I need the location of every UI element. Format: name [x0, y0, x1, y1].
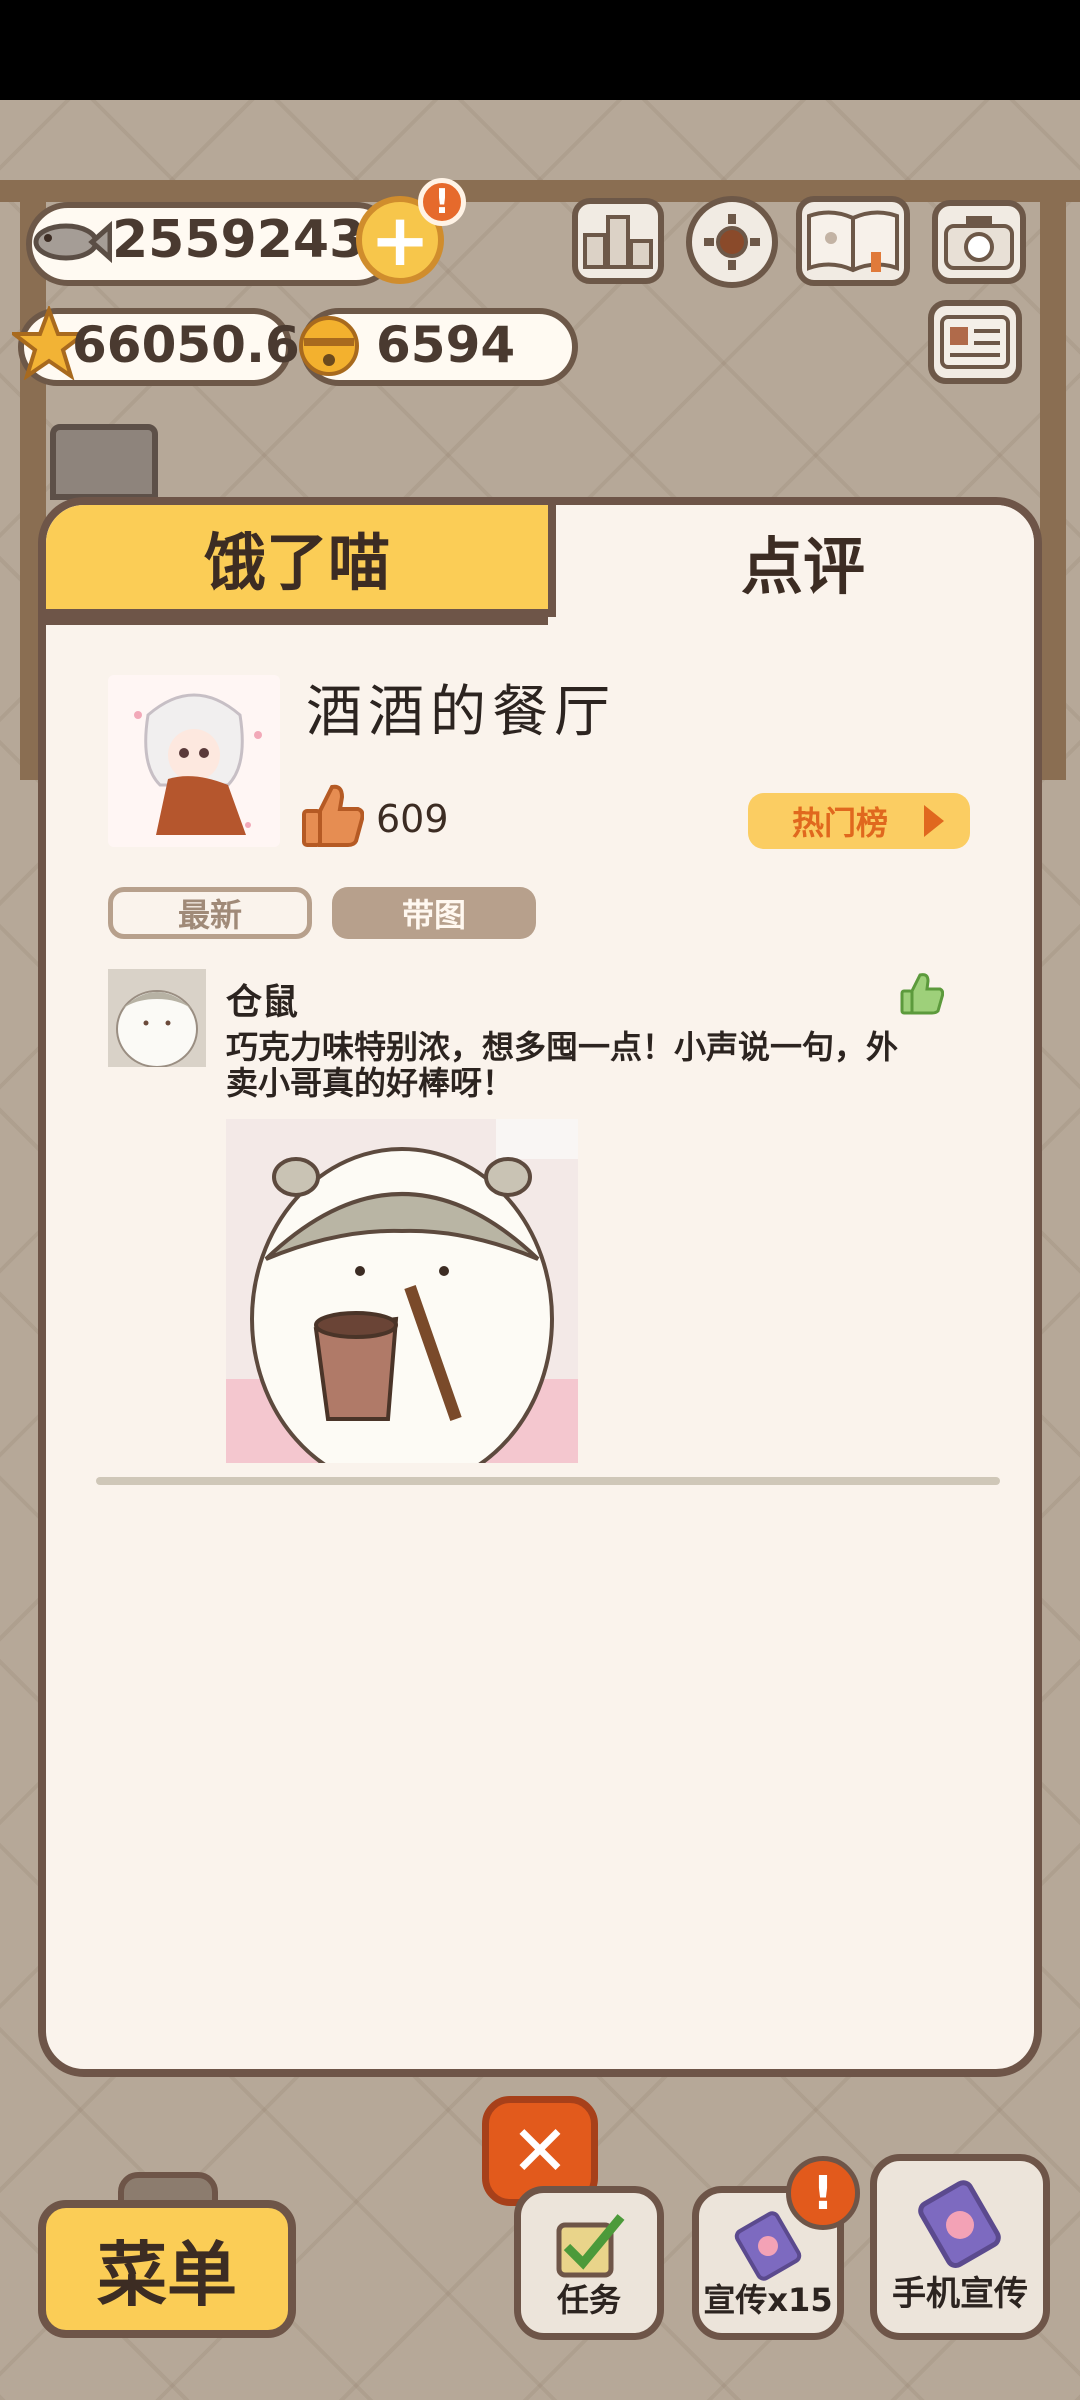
restaurant-name: 酒酒的餐厅 [306, 680, 616, 745]
phone-promo-icon [918, 2180, 1001, 2269]
menu-button[interactable]: 菜单 [38, 2200, 296, 2338]
reviewer-name: 仓鼠 [226, 982, 299, 1023]
likes-count: 609 [376, 797, 449, 841]
recipe-book-icon[interactable] [796, 196, 910, 286]
promo-label: 宣传x15 [703, 2281, 833, 2319]
promo-card-icon [734, 2211, 802, 2281]
settings-gear-icon[interactable] [686, 196, 778, 288]
wooden-post-right [1040, 180, 1066, 780]
plus-alert-badge: ! [418, 178, 466, 226]
phone-promo-label: 手机宣传 [892, 2274, 1028, 2314]
restaurant-avatar [108, 675, 280, 847]
filter-newest-button[interactable]: 最新 [108, 887, 312, 939]
shop-house-icon [50, 424, 158, 500]
review-divider [96, 1477, 1000, 1485]
ranking-icon[interactable] [572, 198, 664, 284]
tasks-label: 任务 [556, 2281, 621, 2319]
review-text: 巧克力味特别浓，想多囤一点！小声说一句，外卖小哥真的好棒呀！ [226, 1028, 899, 1102]
fish-currency: 25592432 [26, 202, 401, 286]
fish-icon [33, 220, 112, 264]
thumbs-up-icon [302, 784, 364, 847]
promo-alert-badge: ! [786, 2156, 860, 2230]
star-count: 66050.6 [72, 316, 300, 374]
tasks-button[interactable]: 任务 [514, 2186, 664, 2340]
tab-reviews[interactable]: 点评 [548, 505, 1034, 617]
profile-card-icon[interactable] [928, 300, 1022, 384]
review-photo[interactable] [226, 1119, 578, 1463]
bell-currency: 6594 [299, 308, 578, 386]
hot-list-label: 热门榜 [792, 804, 889, 842]
camera-icon[interactable] [932, 200, 1026, 284]
reviewer-avatar [108, 969, 206, 1067]
review-like-icon[interactable] [900, 971, 944, 1015]
restaurant-review-panel: 饿了喵 点评 酒酒的餐厅 609 热门榜 最新 带图 仓鼠 巧克力味特别浓，想多… [38, 497, 1042, 2077]
wooden-beam [0, 180, 1080, 202]
phone-promo-button[interactable]: 手机宣传 [870, 2154, 1050, 2340]
filter-with-pictures-button[interactable]: 带图 [332, 887, 536, 939]
task-checkbox-icon [556, 2214, 625, 2278]
tab-hungry-meow[interactable]: 饿了喵 [46, 505, 548, 617]
star-currency: 66050.6 [12, 306, 300, 386]
hot-list-button[interactable]: 热门榜 [748, 793, 970, 849]
tab-underline [46, 609, 548, 625]
play-arrow-icon [924, 805, 944, 837]
bell-icon [299, 316, 359, 376]
bell-count: 6594 [376, 316, 516, 374]
status-bar [0, 0, 1080, 100]
